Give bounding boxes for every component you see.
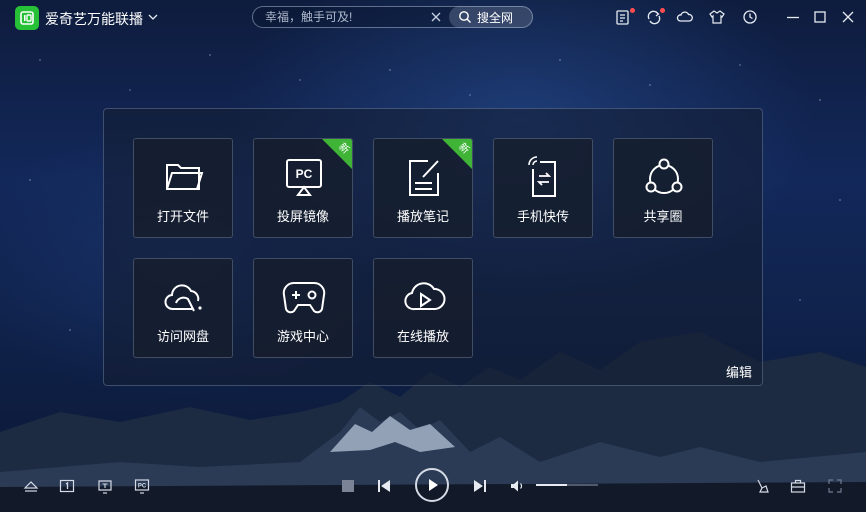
notification-dot: [630, 8, 635, 13]
search-icon: [459, 11, 472, 24]
volume-slider[interactable]: [536, 484, 598, 486]
volume-icon[interactable]: [508, 477, 526, 495]
app-logo-icon[interactable]: [15, 6, 39, 30]
svg-text:PC: PC: [138, 484, 147, 490]
tile-label: 手机快传: [516, 209, 569, 224]
edit-link[interactable]: 编辑: [726, 362, 752, 381]
tile-open-file[interactable]: 打开文件: [133, 138, 233, 238]
history-icon[interactable]: [741, 8, 759, 26]
cloud-icon[interactable]: [676, 8, 694, 26]
search-all-label: 搜全网: [477, 11, 514, 25]
skin-icon[interactable]: [708, 8, 726, 26]
search-all-button[interactable]: 搜全网: [449, 6, 533, 28]
tile-game-center[interactable]: 游戏中心: [253, 258, 353, 358]
single-play-icon[interactable]: [58, 477, 76, 495]
notification-dot: [660, 8, 665, 13]
tile-share-circle[interactable]: 共享圈: [613, 138, 713, 238]
eject-icon[interactable]: [22, 477, 40, 495]
tile-online-play[interactable]: 在线播放: [373, 258, 473, 358]
tile-label: 打开文件: [156, 209, 209, 224]
minimize-icon[interactable]: [784, 8, 802, 26]
tile-label: 共享圈: [643, 209, 683, 224]
search-input[interactable]: [265, 9, 425, 25]
tile-play-notes[interactable]: 播放笔记 新: [373, 138, 473, 238]
close-icon[interactable]: [839, 8, 857, 26]
note-edit-icon: [409, 160, 439, 196]
cloud-drive-icon: [164, 284, 202, 312]
tile-label: 在线播放: [396, 329, 449, 344]
share-circle-icon: [645, 158, 683, 194]
tile-label: 游戏中心: [276, 329, 329, 344]
play-button[interactable]: [415, 468, 449, 502]
cloud-play-icon: [404, 282, 446, 311]
previous-icon[interactable]: [375, 477, 393, 495]
gamepad-icon: [282, 281, 326, 314]
svg-text:PC: PC: [296, 167, 313, 181]
maximize-icon[interactable]: [811, 8, 829, 26]
title-bar: 爱奇艺万能联播 搜全网: [0, 0, 866, 36]
tile-label: 投屏镜像: [276, 209, 329, 224]
stop-icon[interactable]: [339, 477, 357, 495]
phone-transfer-icon: [528, 156, 556, 197]
pc-mode-icon[interactable]: PC: [133, 477, 151, 495]
tile-cloud-drive[interactable]: 访问网盘: [133, 258, 233, 358]
feature-panel: 打开文件 PC 投屏镜像 新 播放笔记 新 手机快传 共享圈 访问网盘 游戏中心…: [103, 108, 763, 386]
play-icon: [429, 479, 438, 491]
tile-label: 播放笔记: [396, 209, 449, 224]
volume-level: [536, 484, 567, 486]
fullscreen-icon[interactable]: [826, 477, 844, 495]
app-title[interactable]: 爱奇艺万能联播: [45, 9, 143, 29]
search-box: 搜全网: [252, 6, 533, 28]
next-icon[interactable]: [471, 477, 489, 495]
chevron-down-icon[interactable]: [147, 11, 159, 23]
tile-label: 访问网盘: [156, 329, 209, 344]
cleanup-icon[interactable]: [753, 477, 771, 495]
clear-icon[interactable]: [429, 10, 443, 24]
tile-screen-mirror[interactable]: PC 投屏镜像 新: [253, 138, 353, 238]
pc-cast-icon: PC: [286, 159, 322, 196]
folder-icon: [166, 164, 204, 190]
tv-mode-icon[interactable]: [96, 477, 114, 495]
tile-phone-transfer[interactable]: 手机快传: [493, 138, 593, 238]
toolbox-icon[interactable]: [789, 477, 807, 495]
